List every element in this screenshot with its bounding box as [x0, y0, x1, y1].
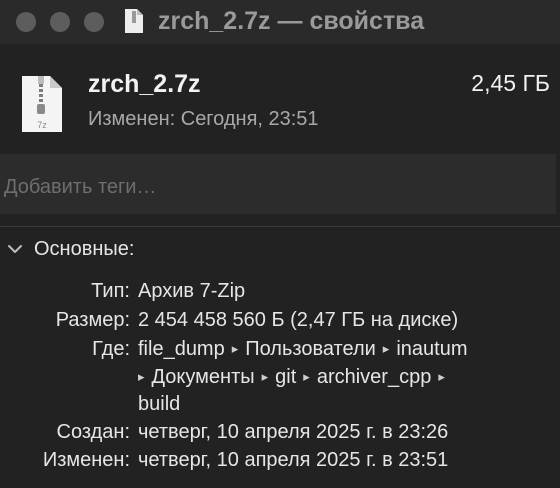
- size-value: 2 454 458 560 Б (2,47 ГБ на диске): [138, 309, 459, 331]
- file-name: zrch_2.7z: [88, 70, 201, 98]
- path-segment[interactable]: inautum: [396, 338, 467, 360]
- file-modified-date: Изменен: Сегодня, 23:51: [88, 108, 319, 130]
- divider: [0, 226, 560, 227]
- path-separator: ▸: [261, 369, 269, 384]
- minimize-button[interactable]: [50, 12, 70, 32]
- info-row-where-cont: ▸ Документы ▸ git ▸ archiver_cpp ▸: [0, 364, 560, 390]
- type-label: Тип:: [91, 280, 130, 302]
- info-window: zrch_2.7z — свойства 7z zrch_2.7z 2,45 Г…: [0, 0, 560, 488]
- type-value: Архив 7-Zip: [138, 280, 246, 302]
- info-row-created: Создан: четверг, 10 апреля 2025 г. в 23:…: [0, 419, 560, 445]
- info-row-where: Где: file_dump ▸ Пользователи ▸ inautum: [0, 336, 560, 362]
- path-separator: ▸: [382, 341, 390, 356]
- path-segment[interactable]: git: [275, 366, 296, 388]
- tags-input[interactable]: [0, 154, 556, 214]
- info-row-size: Размер: 2 454 458 560 Б (2,47 ГБ на диск…: [0, 307, 560, 333]
- title-bar[interactable]: zrch_2.7z — свойства: [0, 0, 560, 44]
- path-segment[interactable]: Документы: [152, 366, 255, 388]
- file-extension-label: 7z: [37, 120, 47, 130]
- window-title: zrch_2.7z — свойства: [158, 7, 425, 35]
- modified-label: Изменен:: [42, 449, 130, 471]
- created-label: Создан:: [56, 421, 130, 443]
- modified-value: четверг, 10 апреля 2025 г. в 23:51: [138, 449, 449, 471]
- created-value: четверг, 10 апреля 2025 г. в 23:26: [138, 421, 449, 443]
- path-segment[interactable]: Пользователи: [245, 338, 376, 360]
- path-line-1: file_dump ▸ Пользователи ▸ inautum: [138, 336, 467, 364]
- chevron-down-icon[interactable]: [6, 240, 24, 258]
- path-line-3: build: [138, 391, 180, 417]
- file-size: 2,45 ГБ: [471, 70, 550, 96]
- info-row-modified: Изменен: четверг, 10 апреля 2025 г. в 23…: [0, 447, 560, 473]
- size-label: Размер:: [55, 309, 130, 331]
- zoom-button[interactable]: [84, 12, 104, 32]
- archive-file-icon: 7z: [22, 76, 62, 132]
- document-icon: [125, 9, 143, 33]
- path-separator: ▸: [303, 369, 310, 384]
- info-row-type: Тип: Архив 7-Zip: [0, 278, 560, 304]
- close-button[interactable]: [16, 12, 36, 32]
- path-separator: ▸: [138, 369, 145, 384]
- general-section-toggle[interactable]: Основные:: [6, 234, 134, 264]
- path-segment[interactable]: file_dump: [138, 338, 225, 360]
- info-row-where-cont2: build: [0, 391, 560, 417]
- path-segment[interactable]: build: [138, 393, 180, 415]
- path-separator: ▸: [231, 341, 239, 356]
- path-line-2: ▸ Документы ▸ git ▸ archiver_cpp ▸: [138, 364, 452, 392]
- path-segment[interactable]: archiver_cpp: [317, 366, 432, 388]
- section-title: Основные:: [34, 237, 135, 260]
- where-label: Где:: [92, 338, 130, 360]
- path-separator: ▸: [438, 369, 445, 384]
